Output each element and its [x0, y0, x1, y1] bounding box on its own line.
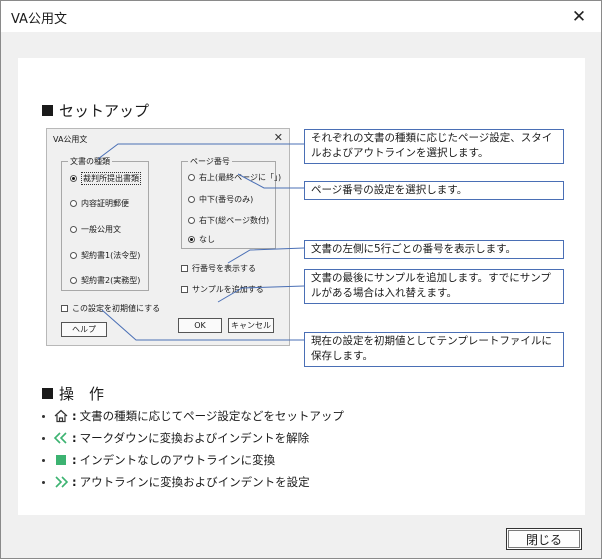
bullet-icon — [42, 480, 45, 484]
bullet-icon — [42, 458, 45, 462]
double-arrow-right-icon — [53, 474, 69, 490]
callout-default: 現在の設定を初期値としてテンプレートファイルに保存します。 — [304, 332, 564, 367]
bullet-icon — [42, 436, 45, 440]
content-panel: セットアップ VA公用文 ✕ 文書の種類 裁判所提出書類 内容証明郵便 一般公用… — [18, 58, 585, 515]
window-title: VA公用文 — [11, 12, 67, 27]
operation-item: : 文書の種類に応じてページ設定などをセットアップ — [42, 408, 344, 424]
operation-item: : アウトラインに変換およびインデントを設定 — [42, 474, 310, 490]
title-bar: VA公用文 ✕ — [1, 1, 601, 32]
help-window: VA公用文 ✕ セットアップ VA公用文 ✕ 文書の種類 裁判所提出書類 内容証… — [0, 0, 602, 559]
double-arrow-left-icon — [53, 430, 69, 446]
callout-sample: 文書の最後にサンプルを追加します。すでにサンプルがある場合は入れ替えます。 — [304, 269, 564, 304]
close-icon[interactable]: ✕ — [559, 1, 599, 32]
callout-line-numbers: 文書の左側に5行ごとの番号を表示します。 — [304, 240, 564, 259]
leader-line-doc-type — [97, 143, 304, 160]
operations-heading: 操 作 — [42, 383, 104, 404]
leader-line-sample — [217, 285, 305, 303]
close-button[interactable]: 閉じる — [506, 528, 582, 550]
leader-line-page-number — [237, 173, 304, 189]
operation-item: : インデントなしのアウトラインに変換 — [42, 452, 275, 468]
heading-square-icon — [42, 388, 53, 399]
bullet-icon — [42, 414, 45, 418]
leader-line-line-numbers — [227, 247, 305, 264]
callout-doc-type: それぞれの文書の種類に応じたページ設定、スタイルおよびアウトラインを選択します。 — [304, 129, 564, 164]
home-icon — [53, 408, 69, 424]
leader-line-default — [101, 309, 304, 341]
callout-page-number: ページ番号の設定を選択します。 — [304, 181, 564, 200]
operation-item: : マークダウンに変換およびインデントを解除 — [42, 430, 309, 446]
green-square-icon — [53, 452, 69, 468]
